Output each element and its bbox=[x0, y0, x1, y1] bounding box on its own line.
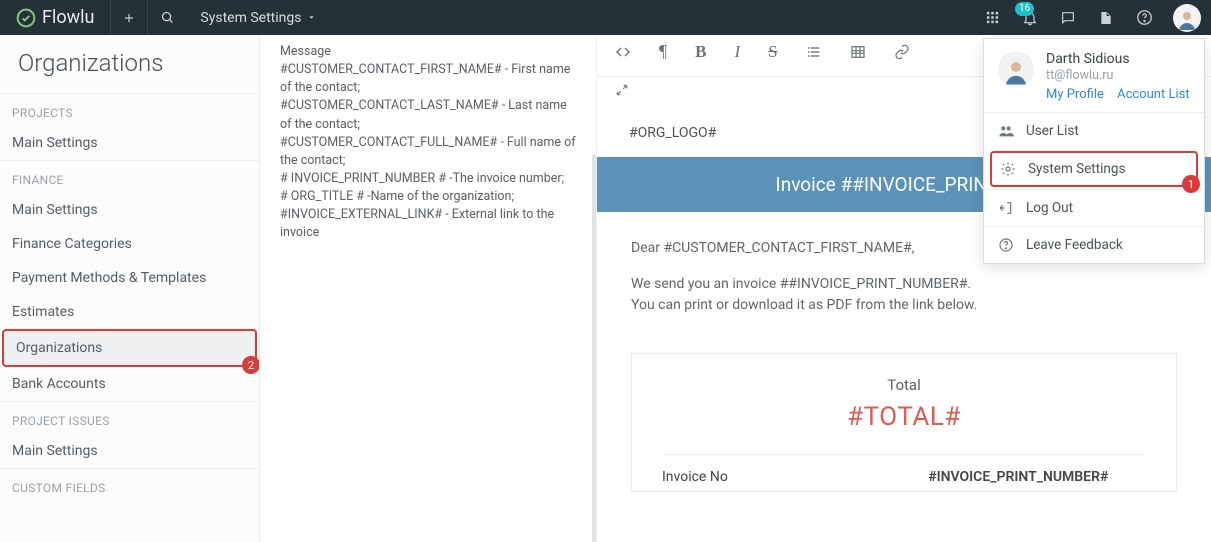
var-line: #CUSTOMER_CONTACT_FIRST_NAME# - First na… bbox=[280, 61, 576, 97]
toolbar-table[interactable] bbox=[850, 44, 866, 60]
menu-label: Log Out bbox=[1026, 200, 1073, 216]
variables-panel: Message #CUSTOMER_CONTACT_FIRST_NAME# - … bbox=[260, 35, 596, 542]
page-title: Organizations bbox=[0, 35, 259, 93]
toolbar-italic[interactable]: I bbox=[735, 42, 741, 62]
scrollbar[interactable] bbox=[592, 155, 596, 542]
brand-text: Flowlu bbox=[42, 7, 94, 28]
settings-sidebar: Organizations PROJECTS Main Settings FIN… bbox=[0, 35, 260, 542]
sidebar-item-fin-main[interactable]: Main Settings bbox=[0, 193, 259, 227]
var-line: # INVOICE_PRINT_NUMBER # -The invoice nu… bbox=[280, 170, 576, 188]
gear-icon bbox=[1000, 161, 1016, 177]
menu-system-settings[interactable]: System Settings 1 bbox=[990, 151, 1198, 187]
my-profile-link[interactable]: My Profile bbox=[1046, 87, 1104, 102]
account-list-link[interactable]: Account List bbox=[1117, 87, 1189, 102]
sidebar-item-payment-methods[interactable]: Payment Methods & Templates bbox=[0, 261, 259, 295]
brand-logo[interactable]: Flowlu bbox=[0, 7, 110, 28]
toolbar-link[interactable] bbox=[894, 44, 910, 60]
file-icon[interactable] bbox=[1087, 0, 1125, 35]
callout-badge-2: 2 bbox=[242, 356, 260, 374]
sidebar-header-projects: PROJECTS bbox=[0, 93, 259, 126]
sidebar-item-bank-accounts[interactable]: Bank Accounts bbox=[0, 367, 259, 401]
toolbar-code[interactable] bbox=[615, 44, 631, 60]
total-label: Total bbox=[662, 376, 1146, 394]
sidebar-item-organizations[interactable]: Organizations 2 bbox=[2, 329, 257, 367]
sidebar-header-custom-fields: CUSTOM FIELDS bbox=[0, 468, 259, 501]
menu-leave-feedback[interactable]: Leave Feedback bbox=[984, 226, 1204, 263]
var-line: #CUSTOMER_CONTACT_FULL_NAME# - Full name… bbox=[280, 134, 576, 170]
menu-label: User List bbox=[1026, 123, 1079, 139]
var-line: # ORG_TITLE # -Name of the organization; bbox=[280, 188, 576, 206]
chevron-down-icon bbox=[307, 13, 316, 22]
var-line: #INVOICE_EXTERNAL_LINK# - External link … bbox=[280, 206, 576, 242]
sidebar-item-label: Organizations bbox=[16, 340, 102, 356]
sidebar-header-finance: FINANCE bbox=[0, 160, 259, 193]
notification-badge: 16 bbox=[1015, 2, 1034, 16]
email-body-line1: We send you an invoice ##INVOICE_PRINT_N… bbox=[631, 276, 971, 292]
top-bar: Flowlu System Settings 16 bbox=[0, 0, 1211, 35]
user-menu-avatar bbox=[998, 51, 1034, 87]
menu-label: System Settings bbox=[1028, 161, 1125, 177]
users-icon bbox=[998, 123, 1014, 139]
sidebar-header-issues: PROJECT ISSUES bbox=[0, 401, 259, 434]
add-button[interactable] bbox=[110, 0, 148, 35]
total-value: #TOTAL# bbox=[662, 402, 1146, 432]
logout-icon bbox=[998, 200, 1014, 216]
menu-label: Leave Feedback bbox=[1026, 237, 1123, 253]
help-icon[interactable] bbox=[1125, 0, 1163, 35]
menu-user-list[interactable]: User List bbox=[984, 112, 1204, 149]
breadcrumb-label: System Settings bbox=[200, 10, 301, 26]
search-button[interactable] bbox=[148, 0, 186, 35]
help-circle-icon bbox=[998, 237, 1014, 253]
invoice-summary-box: Total #TOTAL# Invoice No #INVOICE_PRINT_… bbox=[631, 353, 1177, 492]
toolbar-list[interactable] bbox=[806, 44, 822, 60]
toolbar-strike[interactable]: S bbox=[768, 42, 777, 62]
var-line: #CUSTOMER_CONTACT_LAST_NAME# - Last name… bbox=[280, 97, 576, 133]
callout-badge-1: 1 bbox=[1182, 175, 1200, 193]
breadcrumb[interactable]: System Settings bbox=[186, 10, 330, 26]
notifications-button[interactable]: 16 bbox=[1011, 0, 1049, 35]
user-avatar[interactable] bbox=[1173, 4, 1201, 32]
apps-icon[interactable] bbox=[973, 0, 1011, 35]
chat-icon[interactable] bbox=[1049, 0, 1087, 35]
toolbar-paragraph[interactable]: ¶ bbox=[659, 41, 667, 62]
toolbar-bold[interactable]: B bbox=[695, 42, 706, 62]
menu-log-out[interactable]: Log Out bbox=[984, 189, 1204, 226]
sidebar-item-fin-categories[interactable]: Finance Categories bbox=[0, 227, 259, 261]
var-line: Message bbox=[280, 43, 576, 61]
invoice-no-value: #INVOICE_PRINT_NUMBER# bbox=[928, 469, 1146, 485]
sidebar-item-estimates[interactable]: Estimates bbox=[0, 295, 259, 329]
user-menu-header: Darth Sidious tt@flowlu.ru My Profile Ac… bbox=[984, 39, 1204, 112]
expand-icon bbox=[615, 83, 629, 97]
invoice-no-label: Invoice No bbox=[662, 469, 728, 485]
email-body-line2: You can print or download it as PDF from… bbox=[631, 297, 977, 313]
user-name: Darth Sidious bbox=[1046, 51, 1190, 67]
user-dropdown-menu: Darth Sidious tt@flowlu.ru My Profile Ac… bbox=[983, 38, 1205, 264]
user-email: tt@flowlu.ru bbox=[1046, 68, 1190, 83]
sidebar-item-projects-main[interactable]: Main Settings bbox=[0, 126, 259, 160]
sidebar-item-issues-main[interactable]: Main Settings bbox=[0, 434, 259, 468]
